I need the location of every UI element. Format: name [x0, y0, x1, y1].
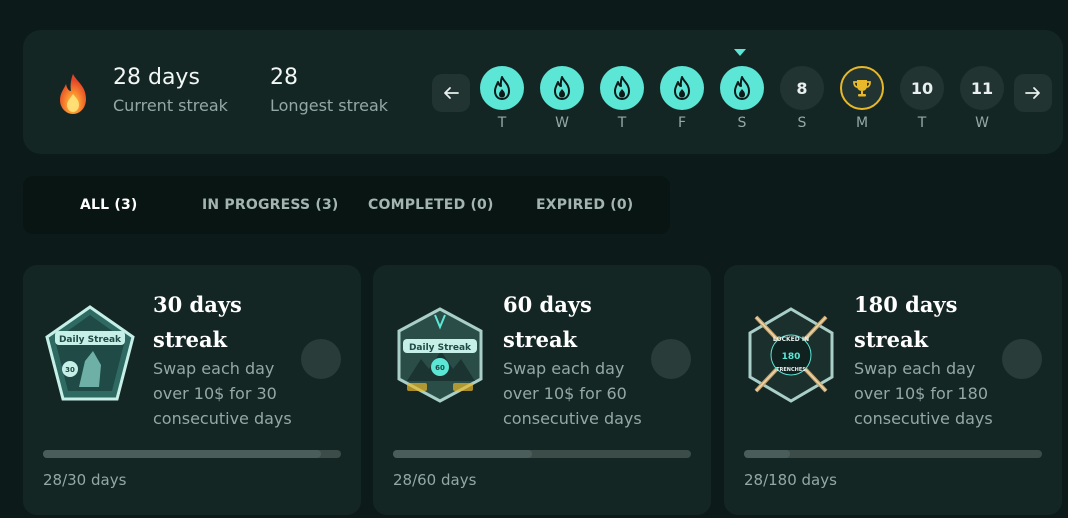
- progress-bar: [393, 450, 691, 458]
- progress-fill: [393, 450, 533, 458]
- wolf-badge-icon: Daily Streak 60: [397, 307, 483, 403]
- svg-text:60: 60: [435, 364, 445, 372]
- longest-streak-label: Longest streak: [270, 96, 389, 115]
- card-description: Swap each day over 10$ for 30 consecutiv…: [153, 359, 292, 428]
- calendar-day[interactable]: W: [540, 66, 584, 132]
- svg-text:30: 30: [65, 366, 75, 374]
- calendar-day[interactable]: 11 W: [960, 66, 1004, 132]
- crossed-swords-badge-icon: LOCKED IN 180 TRENCHES: [748, 307, 834, 403]
- card-title: 180 days streak: [854, 292, 958, 352]
- progress-text: 28/60 days: [393, 471, 477, 489]
- calendar-day[interactable]: S: [720, 66, 764, 132]
- flame-icon: [480, 66, 524, 110]
- arrow-left-icon: [444, 87, 459, 99]
- progress-fill: [744, 450, 791, 458]
- current-streak: 28 days Current streak: [113, 64, 228, 116]
- calendar-day-number: 8: [780, 66, 824, 110]
- calendar-next-button[interactable]: [1014, 74, 1052, 112]
- quest-card: Daily Streak 60 60 days streak Swap each…: [373, 265, 711, 515]
- tab-completed[interactable]: COMPLETED (0): [368, 176, 494, 234]
- calendar-day-letter: W: [975, 115, 989, 131]
- streak-panel: 28 days Current streak 28 Longest streak…: [23, 30, 1063, 154]
- calendar-day-letter: S: [737, 115, 747, 131]
- card-description: Swap each day over 10$ for 180 consecuti…: [854, 359, 993, 428]
- calendar-day-letter: S: [797, 115, 807, 131]
- flame-icon: [660, 66, 704, 110]
- calendar-day-letter: T: [617, 115, 627, 131]
- tab-all[interactable]: ALL (3): [80, 176, 138, 234]
- current-streak-value: 28 days: [113, 65, 200, 90]
- card-description: Swap each day over 10$ for 60 consecutiv…: [503, 359, 642, 428]
- card-title: 60 days streak: [503, 292, 592, 352]
- svg-text:TRENCHES: TRENCHES: [776, 367, 806, 373]
- progress-bar: [744, 450, 1042, 458]
- calendar-day-number: 10: [900, 66, 944, 110]
- quest-card: LOCKED IN 180 TRENCHES 180 days streak S…: [724, 265, 1062, 515]
- calendar-day[interactable]: T: [480, 66, 524, 132]
- tab-in-progress[interactable]: IN PROGRESS (3): [202, 176, 339, 234]
- calendar-day-letter: T: [917, 115, 927, 131]
- flame-icon: [720, 66, 764, 110]
- fire-icon: [60, 74, 86, 114]
- card-select-radio[interactable]: [651, 339, 691, 379]
- flame-icon: [600, 66, 644, 110]
- calendar-day-letter: F: [677, 115, 687, 131]
- svg-text:180: 180: [782, 352, 801, 362]
- longest-streak-value: 28: [270, 65, 298, 90]
- calendar-day-number: 11: [960, 66, 1004, 110]
- wolf-badge-icon: Daily Streak 30: [45, 305, 135, 401]
- current-streak-label: Current streak: [113, 96, 228, 115]
- arrow-right-icon: [1025, 87, 1040, 99]
- longest-streak: 28 Longest streak: [270, 64, 388, 116]
- trophy-icon: [840, 66, 884, 110]
- calendar-day-letter: M: [855, 115, 869, 131]
- selected-day-marker: [734, 49, 746, 56]
- progress-text: 28/30 days: [43, 471, 127, 489]
- svg-text:Daily Streak: Daily Streak: [59, 335, 122, 345]
- calendar-day[interactable]: T: [600, 66, 644, 132]
- card-title: 30 days streak: [153, 292, 242, 352]
- calendar-prev-button[interactable]: [432, 74, 470, 112]
- tab-expired[interactable]: EXPIRED (0): [536, 176, 633, 234]
- card-select-radio[interactable]: [1002, 339, 1042, 379]
- calendar-day-letter: W: [555, 115, 569, 131]
- calendar-day-letter: T: [497, 115, 507, 131]
- calendar-day[interactable]: M: [840, 66, 884, 132]
- progress-bar: [43, 450, 341, 458]
- flame-icon: [540, 66, 584, 110]
- calendar-day[interactable]: 8S: [780, 66, 824, 132]
- calendar-day[interactable]: F: [660, 66, 704, 132]
- quest-card: Daily Streak 30 30 days streak Swap each…: [23, 265, 361, 515]
- svg-text:Daily Streak: Daily Streak: [409, 343, 472, 353]
- calendar-day[interactable]: 10 T: [900, 66, 944, 132]
- svg-text:LOCKED IN: LOCKED IN: [773, 336, 809, 343]
- filter-tabs: ALL (3) IN PROGRESS (3) COMPLETED (0) EX…: [23, 176, 670, 234]
- progress-text: 28/180 days: [744, 471, 837, 489]
- progress-fill: [43, 450, 322, 458]
- card-select-radio[interactable]: [301, 339, 341, 379]
